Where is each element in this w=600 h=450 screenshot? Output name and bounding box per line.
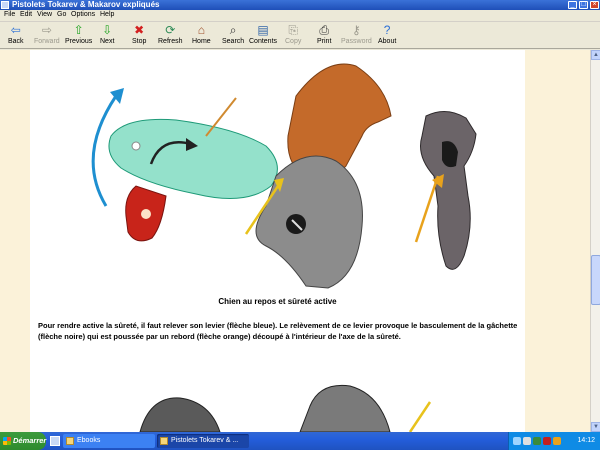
clock: 14:12 [577,437,595,444]
key-icon: ⚷ [351,23,361,37]
toolbar-label: Print [317,38,332,45]
print-button[interactable]: ⎙ Print [317,23,331,48]
orange-arrow-right-icon [414,175,440,243]
toolbar-label: Refresh [158,38,183,45]
down-arrow-icon: ⇩ [102,23,113,37]
stop-icon: ✖ [134,23,145,37]
previous-button[interactable]: ⇧ Previous [65,23,92,48]
scrollbar-thumb[interactable] [591,255,600,305]
password-button[interactable]: ⚷ Password [341,23,372,48]
menu-go[interactable]: Go [57,11,66,18]
home-button[interactable]: ⌂ Home [192,23,211,48]
scroll-down-icon[interactable]: ▼ [591,422,600,432]
toolbar-label: Next [100,38,115,45]
document-page: Chien au repos et sûreté active Pour ren… [30,50,525,432]
start-label: Démarrer [13,436,47,445]
forward-arrow-icon: ⇨ [41,23,52,37]
toolbar-label: About [378,38,397,45]
toolbar-label: Copy [285,38,302,45]
menu-edit[interactable]: Edit [20,11,32,18]
search-icon: ⌕ [229,23,237,37]
next-button[interactable]: ⇩ Next [100,23,114,48]
taskbar: Démarrer Ebooks Pistolets Tokarev & ... … [0,432,600,450]
tray-app-icon[interactable] [533,437,541,445]
content-area: Chien au repos et sûreté active Pour ren… [0,50,590,432]
toolbar-label: Stop [132,38,147,45]
task-pistolets[interactable]: Pistolets Tokarev & ... [157,434,249,448]
minimize-button[interactable]: _ [568,1,577,9]
system-tray: 14:12 [508,432,600,450]
contents-button[interactable]: ▤ Contents [249,23,277,48]
tray-security-icon[interactable] [543,437,551,445]
home-icon: ⌂ [197,23,205,37]
forward-button[interactable]: ⇨ Forward [34,23,60,48]
close-button[interactable]: × [590,1,599,9]
safety-translucent-green [108,118,278,199]
print-icon: ⎙ [319,23,329,37]
toolbar-label: Search [222,38,245,45]
copy-button[interactable]: ⎘ Copy [285,23,301,48]
menu-file[interactable]: File [4,11,15,18]
tray-volume-icon[interactable] [553,437,561,445]
toolbar-label: Previous [65,38,93,45]
copy-icon: ⎘ [288,23,298,37]
menu-options[interactable]: Options [71,11,95,18]
toolbar-label: Contents [249,38,278,45]
window-title: Pistolets Tokarev & Makarov expliqués [12,0,160,9]
task-label: Ebooks [77,437,101,444]
contents-icon: ▤ [257,23,269,37]
about-button[interactable]: ? About [378,23,396,48]
toolbar: ⇦ Back ⇨ Forward ⇧ Previous ⇩ Next ✖ Stop ⟳ Refresh… [0,22,600,49]
task-ebooks[interactable]: Ebooks [63,434,155,448]
menu-bar: File Edit View Go Options Help [0,10,600,22]
start-button[interactable]: Démarrer [0,432,46,450]
figure-caption: Chien au repos et sûreté active [218,297,337,306]
windows-logo-icon [3,437,11,445]
vertical-scrollbar[interactable]: ▲ ▼ [590,50,600,432]
up-arrow-icon: ⇧ [73,23,84,37]
toolbar-label: Back [8,38,24,45]
refresh-icon: ⟳ [165,23,176,37]
about-icon: ? [383,23,391,37]
back-arrow-icon: ⇦ [10,23,21,37]
maximize-button[interactable]: □ [579,1,588,9]
title-bar: Pistolets Tokarev & Makarov expliqués _ … [0,0,600,10]
second-illustration [139,384,432,432]
ebook-icon [160,437,168,445]
menu-view[interactable]: View [37,11,52,18]
refresh-button[interactable]: ⟳ Refresh [158,23,183,48]
scroll-up-icon[interactable]: ▲ [591,50,600,60]
tray-network-icon[interactable] [523,437,531,445]
folder-icon [66,437,74,445]
quick-launch-icon[interactable] [50,436,60,446]
search-button[interactable]: ⌕ Search [222,23,244,48]
stop-button[interactable]: ✖ Stop [132,23,146,48]
task-label: Pistolets Tokarev & ... [171,437,239,444]
toolbar-label: Forward [34,38,60,45]
tray-chevron-icon[interactable] [513,437,521,445]
safety-part-detached [420,111,477,270]
back-button[interactable]: ⇦ Back [8,23,24,48]
toolbar-label: Password [341,38,372,45]
menu-help[interactable]: Help [100,11,114,18]
body-paragraph: Pour rendre active la sûreté, il faut re… [38,321,518,341]
app-icon [1,1,9,9]
toolbar-label: Home [192,38,211,45]
